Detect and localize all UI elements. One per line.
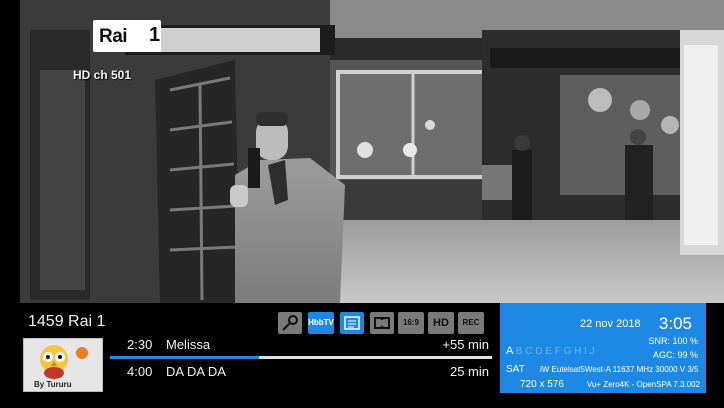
aspect-icon: 16:9 [398,312,424,334]
picon-credit: By Tururu [34,380,72,389]
dolby-icon [370,312,394,334]
event-progress-fill [110,356,259,359]
txt-icon [340,312,364,334]
key-icon [278,312,302,334]
clock: 3:05 [658,314,692,333]
tuner-letter-active: A [506,345,513,357]
date-label: 22 nov 2018 [580,318,641,330]
event-progress [110,356,492,359]
event-now-remaining: +55 min [442,337,489,352]
hd-icon: HD [428,312,454,334]
event-next-time: 4:00 [127,364,153,379]
satellite-info: iW Eutelsat5West-A 11637 MHz 30000 V 3/5 [540,365,699,374]
hd-channel-label: HD ch 501 [73,68,132,82]
channel-title: 1459 Rai 1 [28,313,106,330]
logo-text: Rai [99,26,128,47]
hbbtv-icon: HbbTV [308,312,334,334]
logo-number: 1 [149,24,161,46]
snr-readout: SNR: 100 % [648,336,698,346]
info-sidepanel: 22 nov 2018 3:05 SNR: 100 % AGC: 99 % A … [500,303,706,393]
receiver-info: Vu+ Zero4K - OpenSPA 7.3.002 [586,380,700,389]
tuner-letters: A B C D E F G H I J [506,345,595,357]
event-next-remaining: 25 min [449,364,489,379]
video-frame: Rai 1 [20,0,724,303]
channel-picon: By Tururu [23,338,103,392]
sat-label: SAT [506,364,525,375]
event-now-title: Melissa [166,337,211,352]
rec-icon: REC [458,312,484,334]
tv-screen: Rai 1 HD ch 501 1459 Rai 1 By Tururu Hbb… [0,0,724,408]
event-next-title: DA DA DA [166,364,226,379]
tuner-letters-rest: B C D E F G H I J [515,346,595,357]
event-now-time: 2:30 [127,337,153,352]
channel-logo: Rai 1 [93,20,161,52]
resolution: 720 x 576 [520,379,564,390]
agc-readout: AGC: 99 % [652,350,698,360]
infobar: 1459 Rai 1 By Tururu HbbTV 16:9 HD REC 2… [20,303,724,403]
